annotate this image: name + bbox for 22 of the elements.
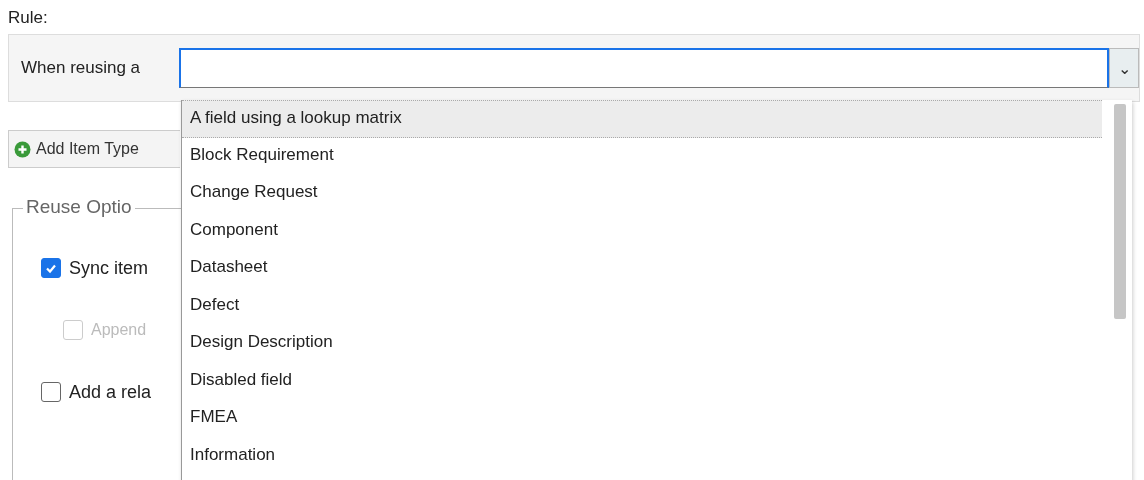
- dropdown-button[interactable]: ⌄: [1109, 48, 1139, 88]
- option-label: Sync item: [69, 257, 149, 279]
- rule-label: Rule:: [8, 8, 48, 28]
- dropdown-option[interactable]: Defect: [182, 287, 1102, 325]
- add-icon: [14, 140, 31, 158]
- dropdown-option[interactable]: Disabled field: [182, 362, 1102, 400]
- dropdown-option[interactable]: Information: [182, 437, 1102, 475]
- item-type-combo[interactable]: [179, 48, 1109, 88]
- checkbox[interactable]: [41, 382, 61, 402]
- option-label: Add a rela: [69, 381, 152, 403]
- rule-prefix: When reusing a: [21, 58, 142, 78]
- dropdown-option[interactable]: Component: [182, 212, 1102, 250]
- scrollbar-thumb[interactable]: [1114, 104, 1126, 319]
- dropdown-option[interactable]: Datasheet: [182, 250, 1102, 288]
- dropdown-option[interactable]: Block Requirement: [182, 137, 1102, 175]
- checkbox[interactable]: [41, 258, 61, 278]
- dropdown-option[interactable]: Design Description: [182, 325, 1102, 363]
- dropdown-option[interactable]: A field using a lookup matrix: [182, 100, 1102, 138]
- dropdown-option[interactable]: Change Request: [182, 175, 1102, 213]
- add-item-type-button[interactable]: Add Item Type: [8, 130, 180, 168]
- option-label: Append: [91, 321, 147, 339]
- dropdown-option[interactable]: FMEA: [182, 400, 1102, 438]
